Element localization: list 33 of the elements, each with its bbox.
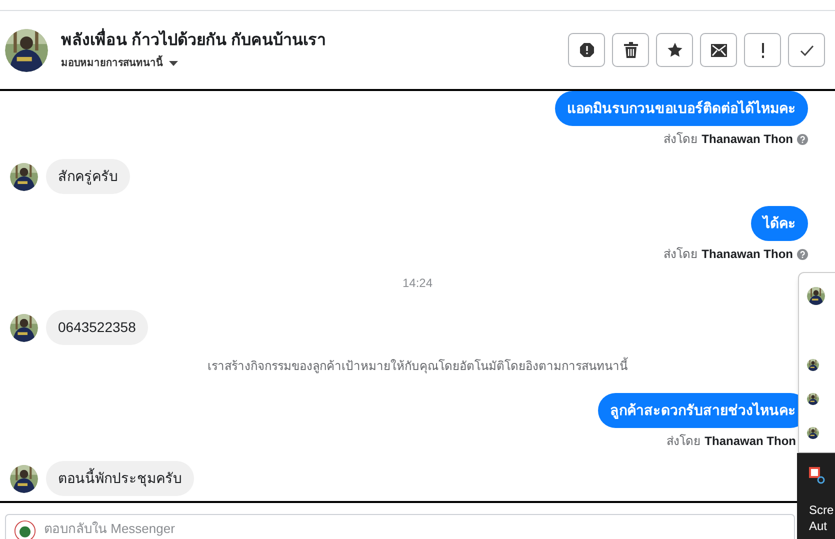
outgoing-message: ได้คะ: [751, 206, 808, 241]
incoming-message: 0643522358: [46, 310, 148, 345]
trash-icon: [624, 42, 638, 58]
reply-field[interactable]: ตอบกลับใน Messenger: [44, 520, 220, 538]
sender-name: Thanawan Thon: [704, 433, 796, 450]
incoming-message: ตอนนี้พักประชุมครับ: [46, 461, 194, 496]
envelope-icon: [710, 44, 726, 56]
help-icon[interactable]: [797, 134, 808, 144]
conversation-title: พลังเพื่อน ก้าวไปด้วยกัน กับคนบ้านเรา: [61, 29, 326, 53]
delete-button[interactable]: [612, 33, 649, 67]
sent-by-label: ส่งโดย: [664, 246, 698, 263]
alert-octagon-icon: [578, 42, 594, 58]
notification-text: Scre: [809, 502, 835, 518]
sender-name: Thanawan Thon: [702, 131, 793, 148]
assign-conversation-dropdown[interactable]: มอบหมายการสนทนานี้: [61, 56, 326, 71]
star-icon: [666, 42, 682, 58]
incoming-message: สักครู่ครับ: [46, 159, 130, 194]
exclamation-icon: [760, 42, 764, 58]
system-notice: เราสร้างกิจกรรมของลูกค้าเป้าหมายให้กับคุณโดยอัตโนมัติโดยอิงตามการสนทนานี้: [208, 357, 628, 375]
notification-text: Aut: [809, 518, 828, 534]
snipping-tool-icon: [809, 467, 825, 484]
unread-button[interactable]: [700, 33, 737, 67]
sent-by-label: ส่งโดย: [666, 433, 701, 450]
caret-down-icon: [169, 61, 178, 66]
check-icon: [800, 44, 814, 56]
sent-by-label: ส่งโดย: [664, 131, 698, 148]
help-icon[interactable]: [797, 248, 808, 260]
outgoing-message: แอดมินรบกวนขอเบอร์ติดต่อได้ไหมคะ: [555, 91, 808, 126]
done-button[interactable]: [788, 33, 825, 67]
star-button[interactable]: [656, 33, 693, 67]
timestamp: 14:24: [402, 275, 433, 292]
sender-name: Thanawan Thon: [702, 246, 793, 263]
spam-button[interactable]: [568, 33, 605, 67]
